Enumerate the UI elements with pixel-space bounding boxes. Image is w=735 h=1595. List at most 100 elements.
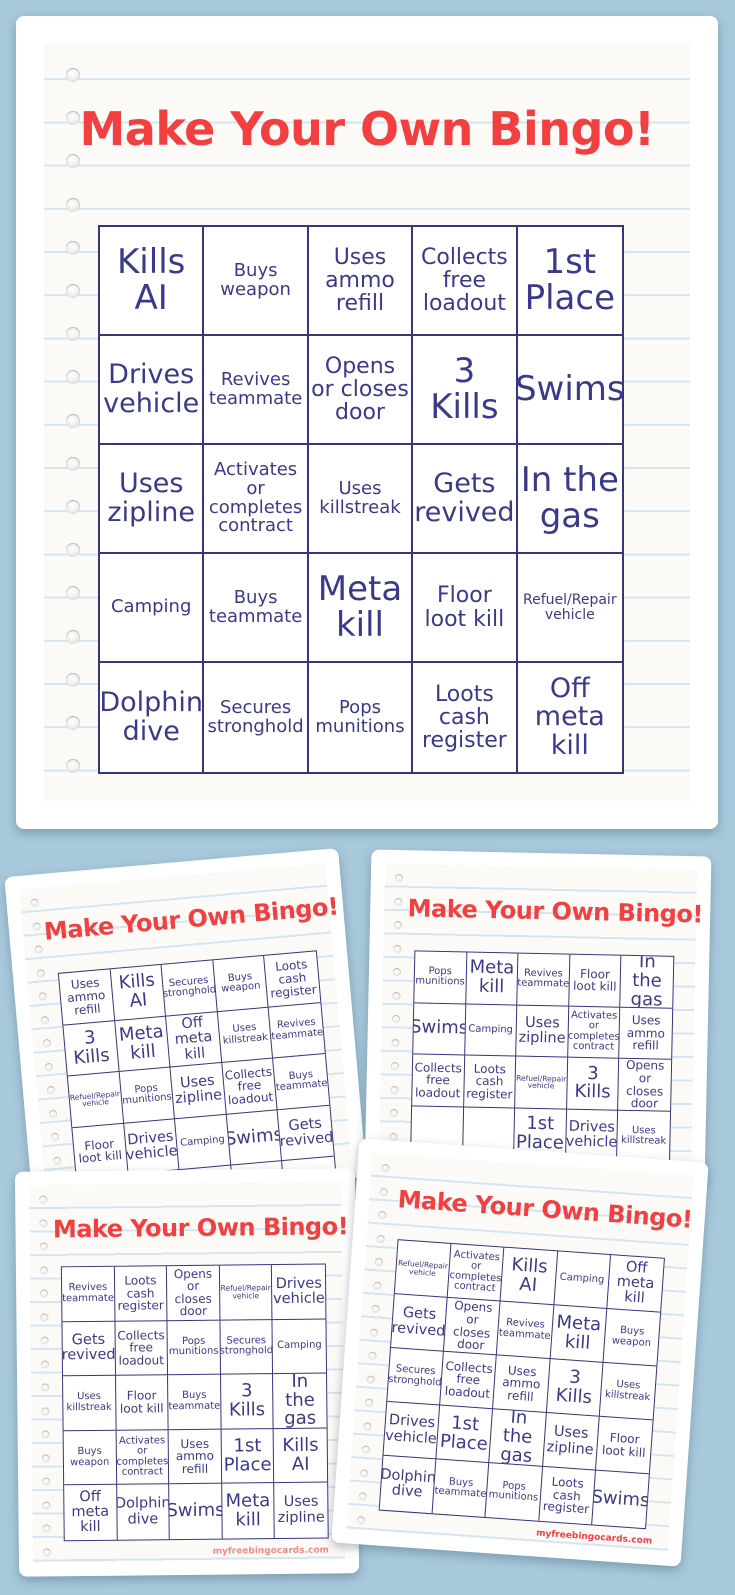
bingo-cell[interactable]: Collects free loadout — [440, 1351, 498, 1410]
bingo-cell[interactable]: 3 Kills — [220, 1374, 274, 1430]
bingo-cell[interactable]: Collects free loadout — [115, 1320, 169, 1376]
bingo-cell[interactable]: Gets revived — [62, 1321, 116, 1377]
bingo-cell[interactable]: 1st Place — [221, 1428, 275, 1485]
bingo-cell[interactable]: Uses ammo refill — [619, 1007, 673, 1060]
bingo-cell[interactable]: Drives vehicle — [383, 1401, 441, 1460]
bingo-cell[interactable]: Camping — [272, 1319, 327, 1375]
bingo-cell[interactable]: Loots cash register — [413, 663, 518, 772]
bingo-cell[interactable]: Meta kill — [308, 554, 414, 663]
bingo-cell[interactable]: 3 Kills — [63, 1020, 120, 1077]
bingo-cell[interactable]: Opens or closes door — [618, 1058, 672, 1112]
bingo-cell[interactable]: Refuel/Repair vehicle — [67, 1072, 124, 1129]
bingo-cell[interactable]: Buys teammate — [168, 1374, 222, 1430]
bingo-cell[interactable]: 3 Kills — [566, 1057, 620, 1111]
bingo-cell[interactable]: Uses zipline — [542, 1412, 600, 1471]
bingo-cell[interactable]: Gets revived — [413, 445, 518, 554]
bingo-cell[interactable]: Buys teammate — [204, 554, 309, 663]
bingo-cell[interactable]: Swims — [169, 1484, 223, 1540]
bingo-cell[interactable]: Kills AI — [110, 964, 167, 1021]
bingo-cell[interactable]: Uses ammo refill — [168, 1429, 222, 1485]
bingo-cell[interactable]: Uses killstreak — [308, 445, 414, 554]
bingo-cell[interactable]: Refuel/Repair vehicle — [219, 1265, 273, 1321]
bingo-cell[interactable]: Uses zipline — [170, 1063, 227, 1120]
bingo-cell[interactable]: Loots cash register — [538, 1466, 596, 1525]
bingo-cell[interactable]: Activates or completes contract — [447, 1243, 505, 1302]
bingo-cell[interactable]: Camping — [100, 554, 205, 663]
bingo-cell[interactable]: Loots cash register — [114, 1266, 168, 1322]
bingo-cell[interactable]: Secures stronghold — [204, 663, 309, 772]
bingo-cell[interactable]: 1st Place — [517, 227, 622, 336]
bingo-cell[interactable]: Floor loot kill — [115, 1375, 169, 1431]
bingo-cell[interactable]: Uses zipline — [100, 445, 205, 554]
bingo-cell[interactable]: Revives teammate — [517, 953, 571, 1007]
bingo-cell[interactable]: Kills AI — [100, 227, 205, 336]
bingo-cell[interactable]: Buys weapon — [63, 1430, 117, 1486]
bingo-cell[interactable]: Drives vehicle — [272, 1264, 326, 1320]
bingo-cell[interactable]: Uses zipline — [275, 1483, 328, 1538]
bingo-cell[interactable]: Pops munitions — [414, 951, 467, 1005]
bingo-cell[interactable]: Refuel/Repair vehicle — [515, 1056, 568, 1110]
bingo-cell[interactable]: Buys weapon — [204, 227, 309, 336]
bingo-cell[interactable]: Pops munitions — [167, 1320, 221, 1376]
bingo-cell[interactable]: Kills AI — [500, 1247, 558, 1306]
bingo-cell[interactable]: Drives vehicle — [100, 336, 205, 445]
bingo-cell[interactable]: Pops munitions — [485, 1463, 543, 1521]
bingo-cell[interactable]: Revives teammate — [61, 1266, 116, 1322]
bingo-cell[interactable]: Buys teammate — [432, 1459, 490, 1518]
bingo-cell[interactable]: Floor loot kill — [595, 1416, 653, 1475]
bingo-cell[interactable]: Collects free loadout — [413, 227, 518, 336]
bingo-cell[interactable]: Revives teammate — [497, 1301, 554, 1360]
bingo-cell[interactable]: Buys weapon — [213, 955, 269, 1012]
bingo-cell[interactable]: Collects free loadout — [412, 1054, 465, 1108]
bingo-cell[interactable]: Swims — [592, 1471, 649, 1529]
bingo-cell[interactable]: Opens or closes door — [308, 336, 414, 445]
bingo-cell[interactable]: Kills AI — [273, 1428, 328, 1484]
bingo-cell[interactable]: Uses killstreak — [63, 1375, 117, 1432]
bingo-cell[interactable]: Uses ammo refill — [308, 227, 414, 336]
bingo-cell[interactable]: Uses ammo refill — [493, 1355, 551, 1413]
bingo-cell[interactable]: Secures stronghold — [220, 1319, 274, 1375]
bingo-cell[interactable]: Gets revived — [391, 1294, 448, 1352]
bingo-cell[interactable]: Opens or closes door — [167, 1265, 221, 1321]
bingo-cell[interactable]: Secures stronghold — [387, 1347, 445, 1406]
bingo-cell[interactable]: Uses zipline — [516, 1005, 570, 1058]
bingo-cell[interactable]: Buys teammate — [273, 1054, 330, 1111]
bingo-cell[interactable]: Activates or completes contract — [204, 445, 309, 554]
bingo-cell[interactable]: In the gas — [489, 1409, 547, 1467]
bingo-cell[interactable]: Swims — [226, 1110, 283, 1166]
bingo-cell[interactable]: Dolphin dive — [116, 1484, 170, 1540]
bingo-cell[interactable]: Floor loot kill — [413, 554, 518, 663]
bingo-cell[interactable]: Loots cash register — [264, 951, 321, 1008]
bingo-cell[interactable]: Pops munitions — [119, 1067, 176, 1124]
bingo-cell[interactable]: Opens or closes door — [444, 1297, 501, 1356]
bingo-cell[interactable]: Buys weapon — [603, 1308, 661, 1367]
bingo-cell[interactable]: Uses killstreak — [599, 1362, 657, 1421]
bingo-cell[interactable]: Swims — [413, 1002, 466, 1056]
bingo-cell[interactable]: 1st Place — [436, 1405, 494, 1464]
bingo-cell[interactable]: Activates or completes contract — [567, 1006, 621, 1059]
bingo-cell[interactable]: Collects free loadout — [222, 1058, 278, 1115]
bingo-cell[interactable]: Secures stronghold — [161, 960, 218, 1017]
bingo-cell[interactable]: Uses ammo refill — [58, 969, 115, 1026]
bingo-cell[interactable]: Revives teammate — [268, 1002, 325, 1059]
bingo-cell[interactable]: In the gas — [517, 445, 622, 554]
bingo-cell[interactable]: Uses killstreak — [217, 1007, 274, 1064]
bingo-cell[interactable]: Dolphin dive — [379, 1455, 437, 1514]
bingo-cell[interactable]: Camping — [553, 1251, 611, 1309]
bingo-cell[interactable]: Activates or completes contract — [116, 1429, 170, 1486]
bingo-cell[interactable]: Meta kill — [221, 1483, 276, 1539]
bingo-cell[interactable]: Gets revived — [277, 1105, 334, 1162]
bingo-cell[interactable]: Floor loot kill — [569, 954, 622, 1008]
bingo-cell[interactable]: In the gas — [273, 1373, 327, 1429]
bingo-cell[interactable]: Off meta kill — [518, 663, 622, 772]
bingo-cell[interactable]: Swims — [517, 336, 622, 445]
bingo-cell[interactable]: Meta kill — [550, 1305, 608, 1363]
bingo-cell[interactable]: Dolphin dive — [100, 663, 205, 772]
bingo-cell[interactable]: Camping — [175, 1114, 232, 1171]
bingo-cell[interactable]: Drives vehicle — [123, 1119, 180, 1175]
bingo-cell[interactable]: Loots cash register — [463, 1055, 517, 1109]
bingo-cell[interactable]: In the gas — [620, 955, 674, 1009]
bingo-cell[interactable]: Off meta kill — [64, 1485, 118, 1541]
bingo-cell[interactable]: Off meta kill — [166, 1011, 223, 1068]
bingo-cell[interactable]: 3 Kills — [546, 1359, 604, 1417]
